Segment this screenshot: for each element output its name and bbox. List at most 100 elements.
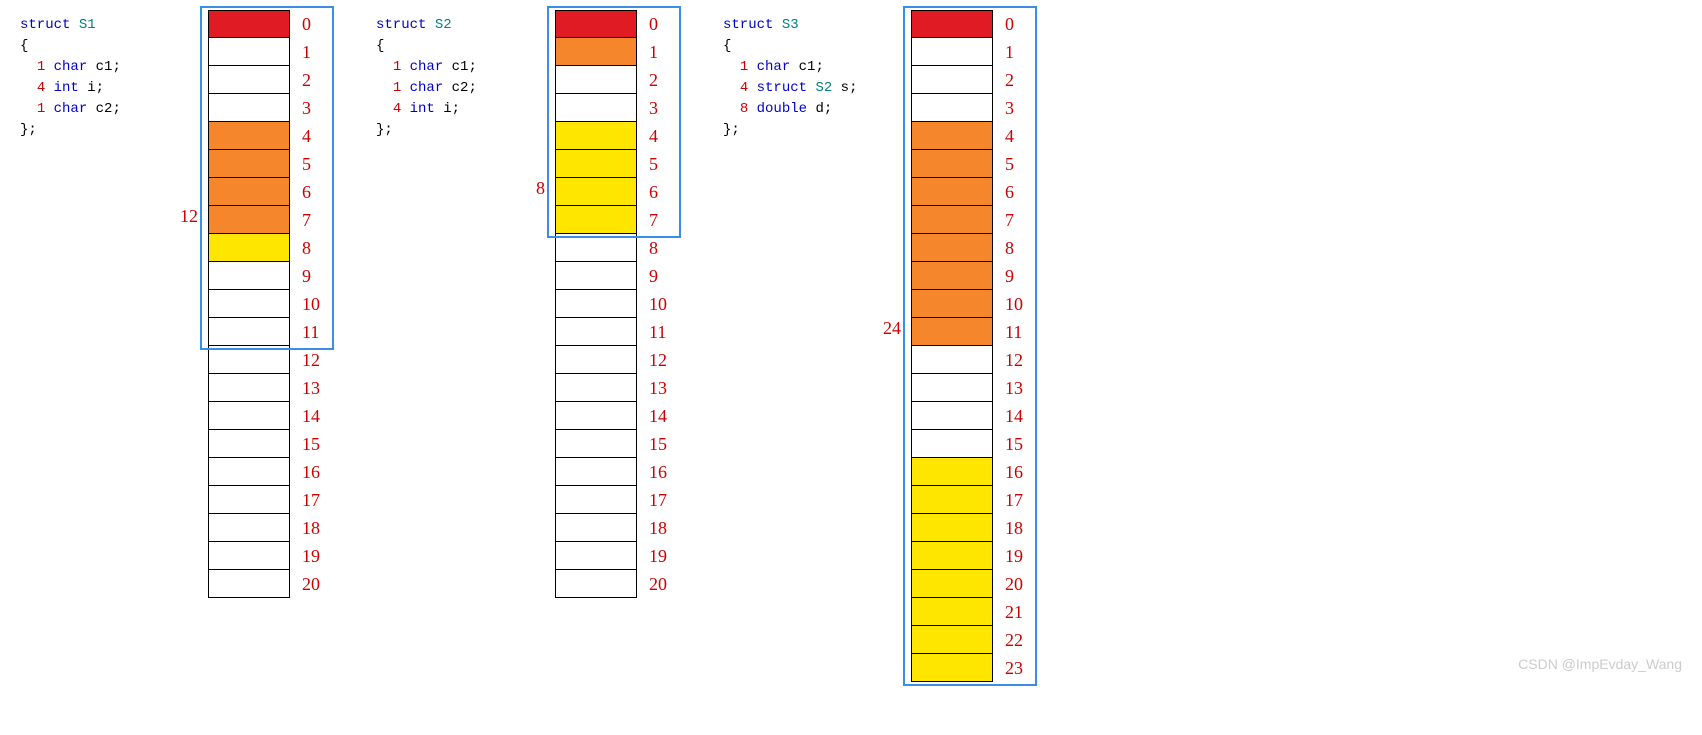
memory-index: 23 [1005, 658, 1029, 679]
memory-row: 2 [208, 66, 326, 94]
diagram-container: struct S1 { 1 char c1; 4 int i; 1 char c… [20, 10, 1682, 682]
memory-index: 10 [302, 294, 326, 315]
memory-row: 2 [555, 66, 673, 94]
memory-index: 17 [649, 490, 673, 511]
memory-row: 18 [555, 514, 673, 542]
memory-row: 8 [208, 234, 326, 262]
memory-index: 9 [649, 266, 673, 287]
memory-cell [208, 234, 290, 262]
memory-cell [911, 570, 993, 598]
memory-cell [911, 486, 993, 514]
memory-cell [208, 430, 290, 458]
memory-cell [911, 10, 993, 38]
memory-cell [555, 346, 637, 374]
memory-cell [555, 38, 637, 66]
memory-index: 7 [649, 210, 673, 231]
memory-row: 20 [911, 570, 1029, 598]
memory-row: 8 [555, 234, 673, 262]
memory-index: 3 [302, 98, 326, 119]
code-panel: struct S1 { 1 char c1; 4 int i; 1 char c… [20, 10, 160, 141]
memory-row: 19 [911, 542, 1029, 570]
memory-cell [911, 290, 993, 318]
memory-cell [208, 178, 290, 206]
memory-index: 1 [1005, 42, 1029, 63]
memory-column: 01234567891011121314151617181920 [208, 10, 326, 598]
memory-row: 15 [555, 430, 673, 458]
memory-row: 16 [555, 458, 673, 486]
memory-index: 5 [1005, 154, 1029, 175]
memory-diagram-wrapper: 2401234567891011121314151617181920212223 [883, 10, 1029, 682]
memory-row: 8 [911, 234, 1029, 262]
memory-cell [911, 514, 993, 542]
memory-row: 1 [208, 38, 326, 66]
memory-index: 16 [1005, 462, 1029, 483]
memory-column: 01234567891011121314151617181920 [555, 10, 673, 598]
memory-cell [911, 346, 993, 374]
memory-index: 20 [302, 574, 326, 595]
memory-row: 13 [911, 374, 1029, 402]
memory-cell [208, 150, 290, 178]
memory-cell [555, 486, 637, 514]
memory-index: 13 [649, 378, 673, 399]
memory-cell [208, 570, 290, 598]
memory-cell [911, 654, 993, 682]
memory-cell [911, 66, 993, 94]
memory-row: 16 [911, 458, 1029, 486]
memory-cell [208, 66, 290, 94]
struct-block: struct S2 { 1 char c1; 1 char c2; 4 int … [376, 10, 673, 598]
memory-row: 23 [911, 654, 1029, 682]
memory-index: 15 [1005, 434, 1029, 455]
memory-index: 18 [649, 518, 673, 539]
memory-cell [555, 290, 637, 318]
memory-index: 10 [1005, 294, 1029, 315]
memory-cell [911, 402, 993, 430]
memory-cell [555, 94, 637, 122]
memory-row: 12 [208, 346, 326, 374]
memory-row: 21 [911, 598, 1029, 626]
memory-cell [208, 346, 290, 374]
memory-cell [555, 66, 637, 94]
memory-row: 9 [911, 262, 1029, 290]
memory-index: 15 [302, 434, 326, 455]
memory-row: 13 [208, 374, 326, 402]
memory-cell [911, 206, 993, 234]
memory-row: 4 [555, 122, 673, 150]
memory-index: 2 [649, 70, 673, 91]
memory-index: 5 [302, 154, 326, 175]
memory-row: 19 [555, 542, 673, 570]
memory-cell [555, 10, 637, 38]
memory-row: 0 [555, 10, 673, 38]
memory-cell [208, 262, 290, 290]
memory-index: 4 [302, 126, 326, 147]
memory-row: 4 [208, 122, 326, 150]
memory-row: 14 [911, 402, 1029, 430]
memory-index: 15 [649, 434, 673, 455]
memory-row: 3 [555, 94, 673, 122]
total-size-label: 24 [883, 318, 901, 339]
memory-cell [208, 402, 290, 430]
memory-row: 14 [208, 402, 326, 430]
memory-index: 16 [302, 462, 326, 483]
memory-row: 0 [208, 10, 326, 38]
memory-row: 9 [555, 262, 673, 290]
struct-block: struct S1 { 1 char c1; 4 int i; 1 char c… [20, 10, 326, 598]
memory-cell [555, 318, 637, 346]
memory-cell [911, 318, 993, 346]
memory-index: 19 [1005, 546, 1029, 567]
memory-index: 8 [302, 238, 326, 259]
memory-index: 14 [649, 406, 673, 427]
struct-block: struct S3 { 1 char c1; 4 struct S2 s; 8 … [723, 10, 1029, 682]
memory-row: 20 [555, 570, 673, 598]
memory-index: 14 [1005, 406, 1029, 427]
memory-row: 15 [208, 430, 326, 458]
memory-index: 2 [1005, 70, 1029, 91]
memory-row: 11 [555, 318, 673, 346]
memory-index: 19 [302, 546, 326, 567]
memory-index: 12 [649, 350, 673, 371]
memory-row: 2 [911, 66, 1029, 94]
memory-row: 22 [911, 626, 1029, 654]
memory-index: 0 [302, 14, 326, 35]
memory-row: 0 [911, 10, 1029, 38]
memory-index: 6 [649, 182, 673, 203]
memory-cell [208, 10, 290, 38]
